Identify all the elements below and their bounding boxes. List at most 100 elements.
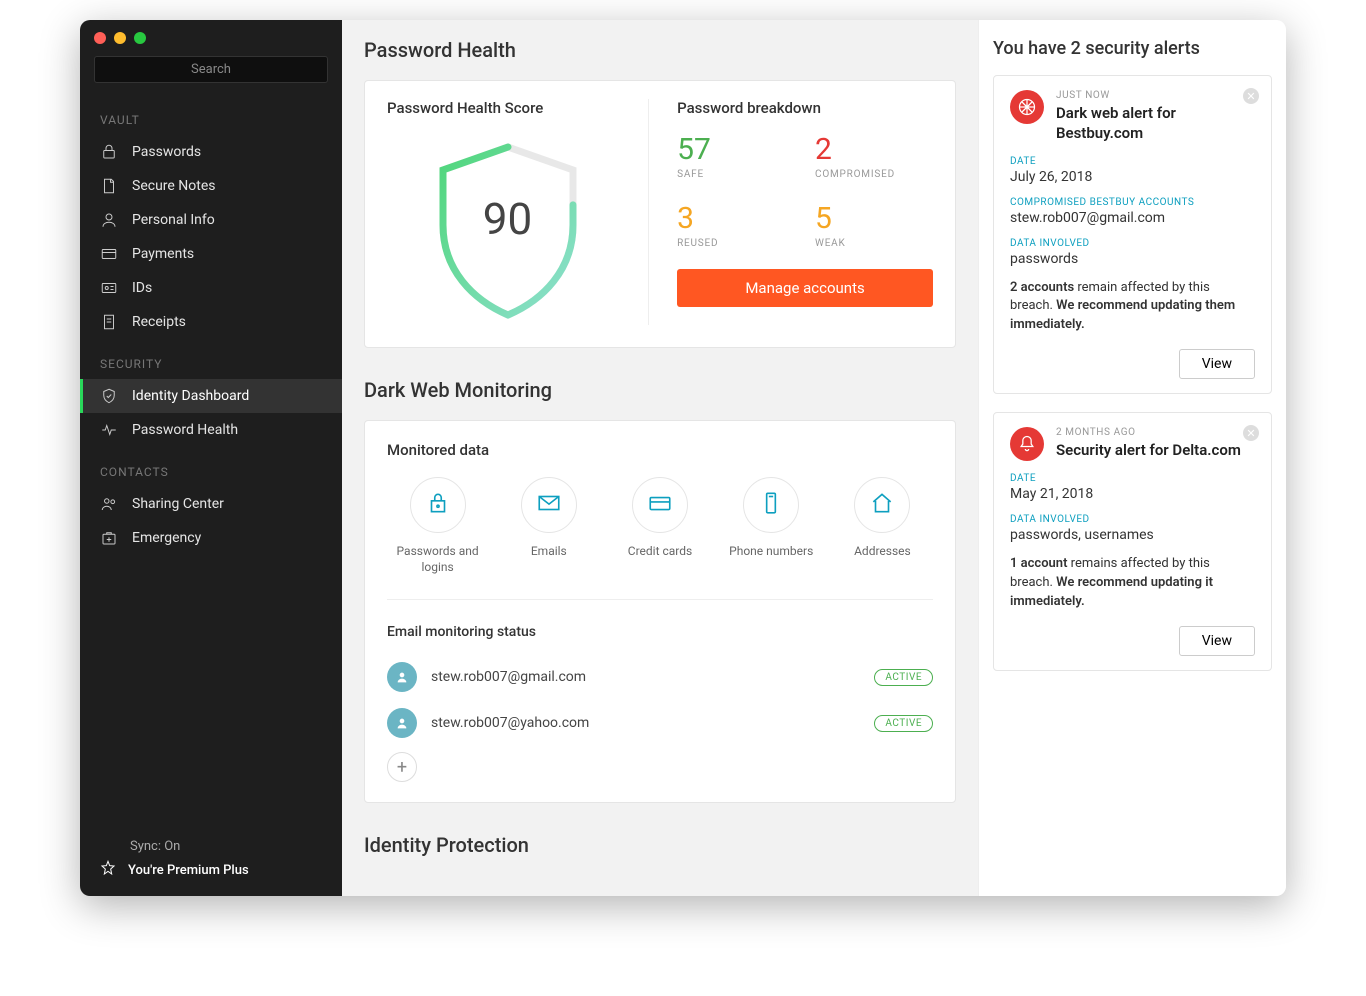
sidebar-item-password-health[interactable]: Password Health	[80, 413, 342, 447]
sidebar-item-secure-notes[interactable]: Secure Notes	[80, 169, 342, 203]
star-icon	[100, 860, 116, 880]
status-badge: ACTIVE	[874, 715, 933, 732]
email-address: stew.rob007@gmail.com	[431, 669, 860, 685]
add-email-button[interactable]: +	[387, 752, 417, 782]
card-icon	[100, 245, 118, 263]
main-content: Password Health Password Health Score	[342, 20, 978, 896]
sidebar-item-emergency[interactable]: Emergency	[80, 521, 342, 555]
alert-title: Dark web alert for Bestbuy.com	[1056, 103, 1255, 144]
email-monitoring-title: Email monitoring status	[387, 624, 933, 640]
password-health-heading: Password Health	[364, 38, 956, 62]
sidebar-item-label: IDs	[132, 280, 152, 296]
password-health-card: Password Health Score	[364, 80, 956, 348]
lock-icon	[425, 490, 451, 520]
alert-date: July 26, 2018	[1010, 169, 1255, 185]
breakdown-weak[interactable]: 5 WEAK	[815, 204, 933, 249]
breakdown-compromised[interactable]: 2 COMPROMISED	[815, 135, 933, 180]
breakdown-safe[interactable]: 57 SAFE	[677, 135, 795, 180]
email-address: stew.rob007@yahoo.com	[431, 715, 860, 731]
alert-data-value: passwords	[1010, 251, 1255, 267]
sidebar-item-personal-info[interactable]: Personal Info	[80, 203, 342, 237]
sidebar-item-payments[interactable]: Payments	[80, 237, 342, 271]
email-row[interactable]: stew.rob007@gmail.com ACTIVE	[387, 654, 933, 700]
email-row[interactable]: stew.rob007@yahoo.com ACTIVE	[387, 700, 933, 746]
alert-message: 2 accounts remain affected by this breac…	[1010, 279, 1255, 336]
alert-card: ✕ 2 MONTHS AGO Security alert for Delta.…	[993, 412, 1272, 671]
monitored-phone-numbers[interactable]: Phone numbers	[721, 477, 822, 575]
first-aid-icon	[100, 529, 118, 547]
app-window: VAULT Passwords Secure Notes Personal In…	[80, 20, 1286, 896]
monitored-credit-cards[interactable]: Credit cards	[609, 477, 710, 575]
breakdown-reused[interactable]: 3 REUSED	[677, 204, 795, 249]
sidebar-item-label: Receipts	[132, 314, 186, 330]
people-icon	[100, 495, 118, 513]
alert-data-value: passwords, usernames	[1010, 527, 1255, 543]
sidebar-item-receipts[interactable]: Receipts	[80, 305, 342, 339]
sidebar-item-label: Sharing Center	[132, 496, 224, 512]
close-icon[interactable]: ✕	[1243, 88, 1259, 104]
score-title: Password Health Score	[387, 99, 628, 117]
monitored-emails[interactable]: Emails	[498, 477, 599, 575]
sidebar-item-identity-dashboard[interactable]: Identity Dashboard	[80, 379, 342, 413]
sidebar-item-sharing-center[interactable]: Sharing Center	[80, 487, 342, 521]
card-icon	[647, 490, 673, 520]
maximize-window-button[interactable]	[134, 32, 146, 44]
sidebar-section-vault: VAULT	[80, 95, 342, 135]
view-button[interactable]: View	[1179, 349, 1255, 379]
breakdown-title: Password breakdown	[677, 99, 933, 117]
sidebar-section-security: SECURITY	[80, 339, 342, 379]
person-icon	[387, 708, 417, 738]
sidebar-item-ids[interactable]: IDs	[80, 271, 342, 305]
score-shield: 90	[423, 135, 593, 325]
sidebar-item-label: Secure Notes	[132, 178, 216, 194]
alert-date: May 21, 2018	[1010, 486, 1255, 502]
person-icon	[387, 662, 417, 692]
shield-check-icon	[100, 387, 118, 405]
alert-date-label: DATE	[1010, 473, 1255, 484]
view-button[interactable]: View	[1179, 626, 1255, 656]
receipt-icon	[100, 313, 118, 331]
status-badge: ACTIVE	[874, 669, 933, 686]
id-icon	[100, 279, 118, 297]
search-input[interactable]	[94, 56, 328, 83]
close-window-button[interactable]	[94, 32, 106, 44]
identity-protection-heading: Identity Protection	[364, 833, 956, 857]
alert-card: ✕ JUST NOW Dark web alert for Bestbuy.co…	[993, 75, 1272, 394]
alert-data-label: DATA INVOLVED	[1010, 514, 1255, 525]
alert-time: 2 MONTHS AGO	[1056, 427, 1241, 438]
bell-icon	[1010, 427, 1044, 461]
sidebar-item-passwords[interactable]: Passwords	[80, 135, 342, 169]
alert-extra-label: COMPROMISED BESTBUY ACCOUNTS	[1010, 197, 1255, 208]
sync-status: Sync: On	[100, 839, 322, 854]
dark-web-card: Monitored data Passwords and logins Emai…	[364, 420, 956, 803]
monitored-addresses[interactable]: Addresses	[832, 477, 933, 575]
alert-time: JUST NOW	[1056, 90, 1255, 101]
manage-accounts-button[interactable]: Manage accounts	[677, 269, 933, 307]
envelope-icon	[536, 490, 562, 520]
home-icon	[869, 490, 895, 520]
sidebar-footer: Sync: On You're Premium Plus	[80, 827, 342, 896]
sidebar-item-label: Passwords	[132, 144, 201, 160]
sidebar-item-label: Identity Dashboard	[132, 388, 249, 404]
minimize-window-button[interactable]	[114, 32, 126, 44]
alerts-panel: You have 2 security alerts ✕ JUST NOW Da…	[978, 20, 1286, 896]
alert-date-label: DATE	[1010, 156, 1255, 167]
sidebar: VAULT Passwords Secure Notes Personal In…	[80, 20, 342, 896]
sidebar-item-label: Personal Info	[132, 212, 215, 228]
phone-icon	[758, 490, 784, 520]
premium-status[interactable]: You're Premium Plus	[100, 860, 322, 880]
note-icon	[100, 177, 118, 195]
alert-message: 1 account remains affected by this breac…	[1010, 555, 1255, 612]
alert-title: Security alert for Delta.com	[1056, 440, 1241, 460]
monitored-passwords[interactable]: Passwords and logins	[387, 477, 488, 575]
alert-data-label: DATA INVOLVED	[1010, 238, 1255, 249]
sidebar-item-label: Payments	[132, 246, 194, 262]
sidebar-section-contacts: CONTACTS	[80, 447, 342, 487]
score-value: 90	[423, 193, 593, 245]
alert-extra-value: stew.rob007@gmail.com	[1010, 210, 1255, 226]
window-controls	[80, 20, 342, 52]
pulse-icon	[100, 421, 118, 439]
alerts-title: You have 2 security alerts	[993, 38, 1272, 59]
close-icon[interactable]: ✕	[1243, 425, 1259, 441]
monitored-data-title: Monitored data	[387, 441, 933, 459]
